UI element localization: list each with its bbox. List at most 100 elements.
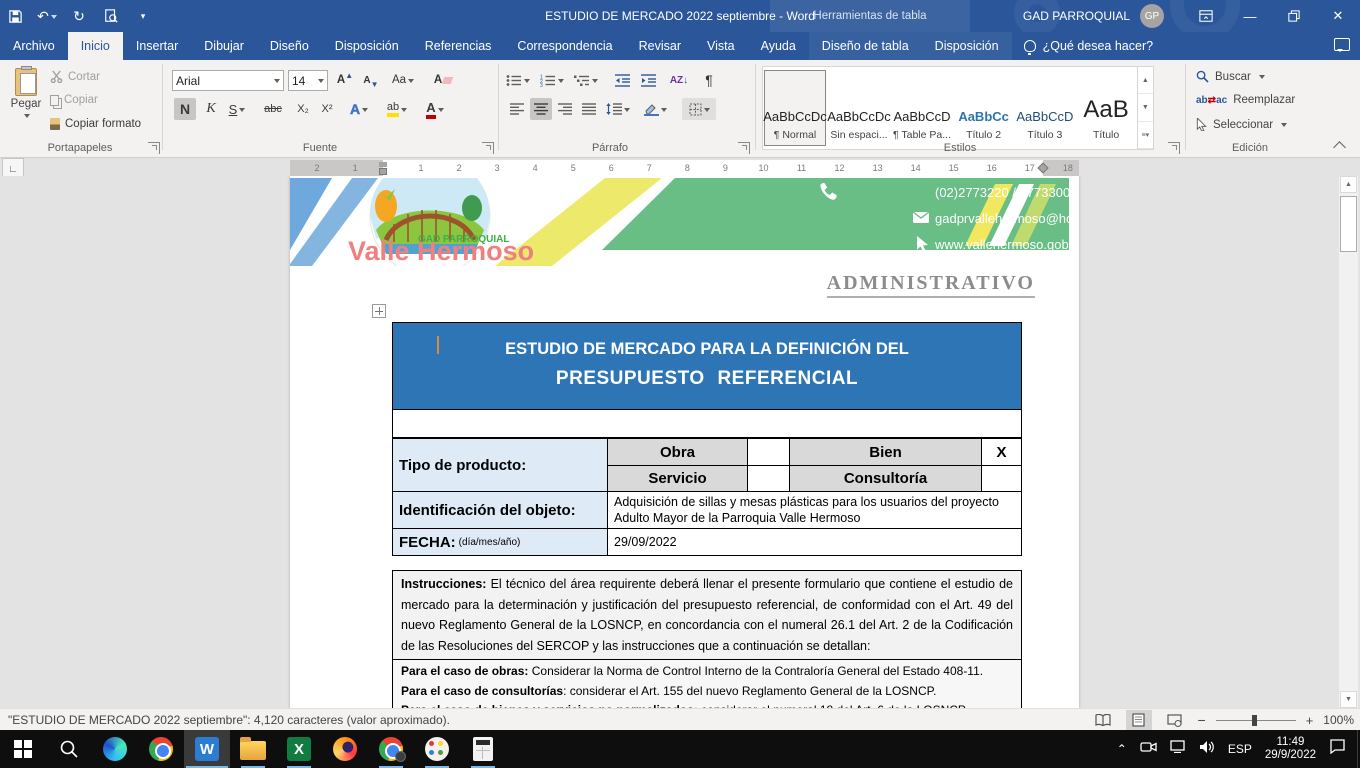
fecha-label-cell[interactable]: FECHA: (día/mes/año) — [392, 528, 608, 556]
select-button[interactable]: Seleccionar — [1196, 118, 1287, 131]
undo-icon[interactable]: ↶ — [38, 7, 56, 25]
text-effects-button[interactable]: A — [348, 98, 370, 120]
bien-mark-cell[interactable]: X — [981, 438, 1022, 466]
show-marks-button[interactable]: ¶ — [698, 69, 720, 91]
bien-cell[interactable]: Bien — [789, 438, 982, 466]
empty-table-row[interactable] — [392, 410, 1022, 438]
first-line-indent-marker[interactable] — [379, 162, 387, 167]
align-left-button[interactable] — [506, 98, 528, 120]
tab-archivo[interactable]: Archivo — [0, 32, 68, 60]
underline-button[interactable]: S — [226, 98, 248, 120]
zoom-slider-thumb[interactable] — [1252, 715, 1257, 726]
tab-dibujar[interactable]: Dibujar — [191, 32, 257, 60]
tipo-de-producto-cell[interactable]: Tipo de producto: — [392, 438, 608, 492]
find-button[interactable]: Buscar — [1196, 70, 1265, 83]
left-indent-marker[interactable] — [379, 168, 387, 175]
print-preview-icon[interactable] — [102, 7, 120, 25]
taskbar-chrome[interactable] — [138, 730, 184, 768]
identificacion-label-cell[interactable]: Identificación del objeto: — [392, 491, 608, 529]
print-layout-button[interactable] — [1126, 710, 1152, 730]
taskbar-paint[interactable] — [414, 730, 460, 768]
numbered-list-button[interactable]: 123 — [540, 69, 564, 91]
meet-now-icon[interactable] — [1140, 740, 1157, 759]
tab-disposicion-tabla[interactable]: Disposición — [922, 32, 1012, 60]
start-button[interactable] — [0, 730, 46, 768]
tray-expand-icon[interactable]: ⌃ — [1117, 742, 1127, 756]
network-icon[interactable] — [1170, 740, 1186, 758]
shrink-font-button[interactable]: A▼ — [360, 69, 382, 91]
tab-ayuda[interactable]: Ayuda — [748, 32, 809, 60]
tell-me-box[interactable]: ¿Qué desea hacer? — [1012, 32, 1166, 60]
scroll-up-button[interactable]: ▲ — [1340, 176, 1357, 193]
clear-formatting-button[interactable]: A — [432, 69, 454, 91]
justify-button[interactable] — [578, 98, 600, 120]
zoom-level[interactable]: 100% — [1323, 713, 1354, 727]
customize-qat-icon[interactable]: ▾ — [134, 7, 152, 25]
account-avatar[interactable]: GP — [1140, 4, 1164, 28]
taskbar-excel[interactable]: X — [276, 730, 322, 768]
web-layout-button[interactable] — [1162, 710, 1188, 730]
paragraph-dialog-launcher[interactable] — [738, 142, 750, 154]
obra-mark-cell[interactable] — [747, 438, 790, 466]
tab-diseno-de-tabla[interactable]: Diseño de tabla — [809, 32, 922, 60]
styles-scroll-up[interactable]: ▲ — [1138, 67, 1153, 94]
style-normal[interactable]: AaBbCcDc ¶ Normal — [764, 70, 826, 146]
form-title-band[interactable]: ESTUDIO DE MERCADO PARA LA DEFINICIÓN DE… — [392, 322, 1022, 410]
restore-button[interactable] — [1272, 0, 1316, 32]
action-center-icon[interactable] — [1329, 739, 1346, 759]
increase-indent-button[interactable] — [638, 69, 660, 91]
redo-icon[interactable]: ↻ — [70, 7, 88, 25]
styles-dialog-launcher[interactable] — [1168, 142, 1180, 154]
consultoria-cell[interactable]: Consultoría — [789, 465, 982, 492]
copy-button[interactable]: Copiar — [50, 94, 98, 106]
volume-icon[interactable] — [1199, 740, 1215, 759]
strikethrough-button[interactable]: abc — [262, 98, 284, 120]
taskbar-calculator[interactable] — [460, 730, 506, 768]
tab-revisar[interactable]: Revisar — [626, 32, 694, 60]
zoom-out-button[interactable]: − — [1198, 712, 1206, 728]
taskbar-chrome-profile[interactable] — [368, 730, 414, 768]
collapse-ribbon-button[interactable] — [1334, 139, 1346, 151]
clipboard-dialog-launcher[interactable] — [148, 142, 160, 154]
minimize-button[interactable]: — — [1228, 0, 1272, 32]
align-right-button[interactable] — [554, 98, 576, 120]
highlight-button[interactable]: ab — [386, 98, 408, 120]
tab-referencias[interactable]: Referencias — [412, 32, 505, 60]
font-color-button[interactable]: A — [424, 98, 446, 120]
cut-button[interactable]: Cortar — [50, 70, 100, 83]
multilevel-list-button[interactable] — [574, 69, 598, 91]
identificacion-value-cell[interactable]: Adquisición de sillas y mesas plásticas … — [607, 491, 1022, 529]
subscript-button[interactable]: X₂ — [292, 98, 314, 120]
grow-font-button[interactable]: A▲ — [334, 69, 356, 91]
ribbon-display-options-button[interactable] — [1184, 0, 1228, 32]
comments-icon[interactable] — [1334, 38, 1350, 51]
taskbar-firefox[interactable] — [322, 730, 368, 768]
read-mode-button[interactable] — [1090, 710, 1116, 730]
style-table-paragraph[interactable]: AaBbCcD ¶ Table Pa... — [892, 70, 952, 146]
font-size-combo[interactable]: 14 — [288, 70, 328, 91]
borders-button[interactable] — [682, 98, 716, 120]
table-move-handle[interactable] — [372, 304, 386, 318]
font-name-combo[interactable]: Arial — [172, 70, 284, 91]
superscript-button[interactable]: X² — [316, 98, 338, 120]
close-button[interactable]: ✕ — [1316, 0, 1360, 32]
tab-diseno[interactable]: Diseño — [257, 32, 322, 60]
italic-button[interactable]: K — [200, 98, 222, 120]
document-page[interactable]: Valle Hermoso GAD PARROQUIAL (02)2773220… — [290, 176, 1079, 708]
decrease-indent-button[interactable] — [612, 69, 634, 91]
bullet-list-button[interactable] — [506, 69, 530, 91]
style-titulo-3[interactable]: AaBbCcD Título 3 — [1015, 70, 1074, 146]
zoom-in-button[interactable]: + — [1306, 713, 1314, 728]
instructions-table[interactable]: Instrucciones: El técnico del área requi… — [392, 570, 1022, 708]
taskbar-edge[interactable] — [92, 730, 138, 768]
font-dialog-launcher[interactable] — [482, 142, 494, 154]
consultoria-mark-cell[interactable] — [981, 465, 1022, 492]
tab-disposicion[interactable]: Disposición — [322, 32, 412, 60]
obra-cell[interactable]: Obra — [607, 438, 748, 466]
styles-scroll-down[interactable]: ▼ — [1138, 94, 1153, 121]
shading-button[interactable] — [644, 98, 667, 120]
style-titulo-2[interactable]: AaBbCc Título 2 — [954, 70, 1013, 146]
paste-button[interactable]: Pegar — [8, 66, 44, 142]
replace-button[interactable]: ab⇄ac Reemplazar — [1196, 94, 1295, 106]
servicio-mark-cell[interactable] — [747, 465, 790, 492]
